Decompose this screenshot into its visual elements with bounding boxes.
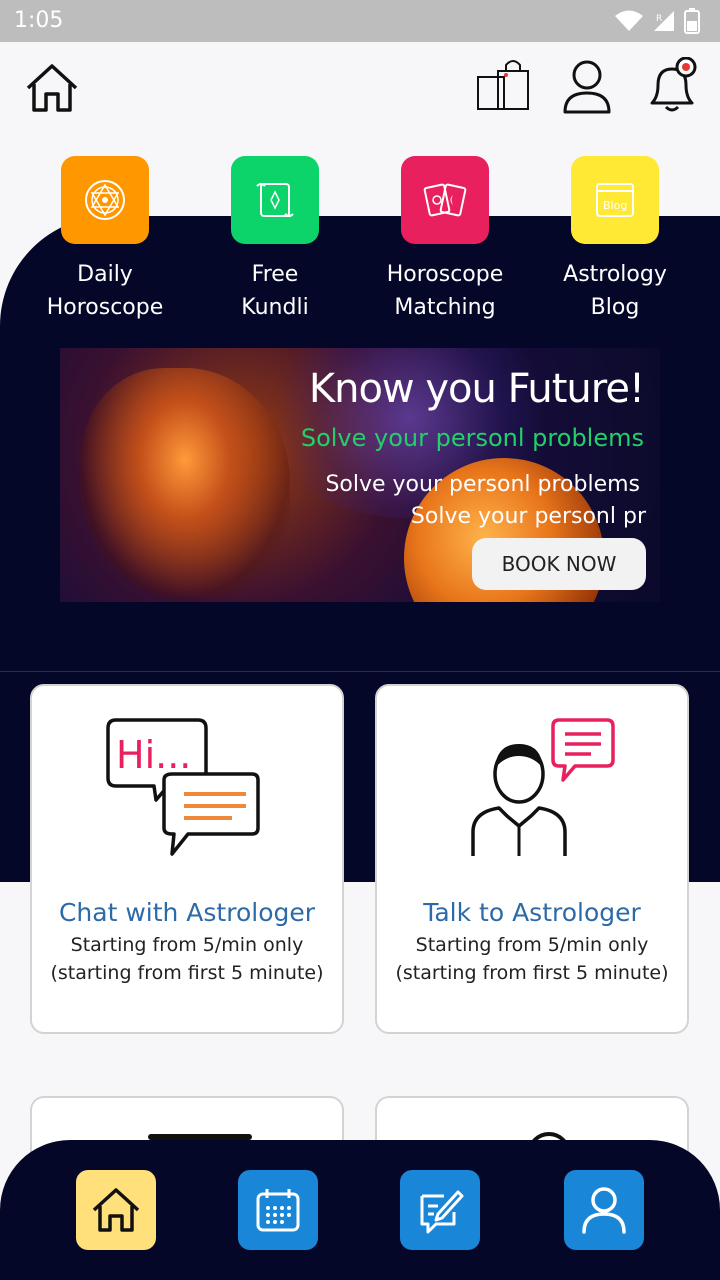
quick-link-free-kundli[interactable]: Free Kundli — [190, 156, 360, 324]
quick-link-label: Daily — [77, 262, 133, 287]
card-title: Talk to Astrologer — [423, 898, 641, 927]
quick-link-label: Free — [251, 262, 299, 287]
talk-to-astrologer-card[interactable]: Talk to Astrologer Starting from 5/min o… — [375, 684, 689, 1034]
banner-subtitle: Solve your personl problems — [300, 424, 644, 452]
svg-text:Blog: Blog — [603, 199, 627, 212]
banner-text-line: Solve your personl problems — [325, 472, 640, 497]
quick-link-astrology-blog[interactable]: Blog Astrology Blog — [530, 156, 700, 324]
promo-banner[interactable]: Know you Future! Solve your personl prob… — [60, 348, 660, 602]
calendar-icon — [256, 1189, 300, 1232]
blog-icon: Blog — [571, 156, 659, 244]
card-title: Chat with Astrologer — [58, 898, 316, 927]
quick-link-label: Blog — [590, 295, 640, 320]
banner-text-line: Solve your personl pr — [410, 504, 646, 529]
quick-link-label: Horoscope — [386, 262, 504, 287]
nav-edit-button[interactable] — [400, 1170, 480, 1250]
bottom-navigation — [0, 1140, 720, 1280]
banner-zodiac-figure-art — [80, 368, 290, 598]
status-icons: R — [614, 8, 700, 34]
shopping-bag-icon[interactable] — [474, 56, 532, 116]
astrologer-talk-icon — [377, 716, 687, 866]
quick-link-horoscope-matching[interactable]: Horoscope Matching — [360, 156, 530, 324]
nav-calendar-button[interactable] — [238, 1170, 318, 1250]
quick-link-label: Matching — [394, 295, 496, 320]
section-divider — [0, 671, 720, 672]
quick-link-label: Horoscope — [46, 295, 164, 320]
quick-link-daily-horoscope[interactable]: Daily Horoscope — [20, 156, 190, 324]
status-bar: 1:05 R — [0, 0, 720, 42]
notification-bell-icon[interactable] — [642, 56, 700, 116]
book-now-button[interactable]: BOOK NOW — [472, 538, 646, 590]
wifi-icon — [615, 10, 643, 31]
nav-profile-button[interactable] — [564, 1170, 644, 1250]
top-bar — [0, 42, 720, 142]
edit-note-icon — [420, 1190, 464, 1234]
banner-title: Know you Future! — [308, 366, 645, 412]
card-note-text: (starting from first 5 minute) — [395, 962, 669, 984]
quick-link-label: Astrology — [563, 262, 667, 287]
home-icon — [92, 1188, 140, 1232]
scroll-icon — [231, 156, 319, 244]
quick-links: Daily Horoscope Free Kundli Horoscope Ma… — [0, 156, 720, 336]
tarot-cards-icon — [401, 156, 489, 244]
profile-icon — [582, 1187, 626, 1234]
quick-link-label: Kundli — [241, 295, 309, 320]
card-price-text: Starting from 5/min only — [70, 934, 304, 956]
chat-bubbles-icon: Hi... — [32, 716, 342, 866]
mandala-icon — [61, 156, 149, 244]
nav-home-button[interactable] — [76, 1170, 156, 1250]
user-icon[interactable] — [558, 56, 616, 116]
signal-icon: R — [654, 11, 674, 31]
chat-bubble-text: Hi... — [116, 733, 191, 777]
card-price-text: Starting from 5/min only — [415, 934, 649, 956]
chat-with-astrologer-card[interactable]: Hi... Chat with Astrologer Starting from… — [30, 684, 344, 1034]
svg-text:R: R — [656, 14, 662, 24]
battery-icon — [684, 8, 700, 34]
home-icon[interactable] — [24, 60, 80, 116]
card-note-text: (starting from first 5 minute) — [50, 962, 324, 984]
status-time: 1:05 — [14, 8, 64, 33]
